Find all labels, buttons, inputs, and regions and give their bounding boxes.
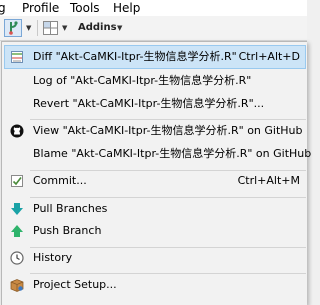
menu-bar: g Profile Tools Help <box>0 0 307 16</box>
git-branch-icon <box>9 21 18 35</box>
menu-profile[interactable]: Profile <box>22 0 59 16</box>
menu-item-label: Commit... <box>33 174 87 187</box>
menu-item-label: History <box>33 251 73 264</box>
menu-item-label: Blame "Akt-CaMKI-Itpr-生物信息学分析.R" on GitH… <box>33 147 312 160</box>
push-arrow-icon <box>11 225 23 237</box>
menu-item-label: Pull Branches <box>33 202 108 215</box>
history-clock-icon <box>10 251 24 265</box>
commit-icon <box>11 175 23 187</box>
menu-item-shortcut: Ctrl+Alt+D <box>238 50 300 63</box>
menu-item-shortcut: Ctrl+Alt+M <box>237 174 300 187</box>
menu-item-label: Push Branch <box>33 224 102 237</box>
menu-item-history[interactable]: History <box>4 246 306 270</box>
menu-item-view-on-github[interactable]: View "Akt-CaMKI-Itpr-生物信息学分析.R" on GitHu… <box>4 119 306 143</box>
menu-item-revert[interactable]: Revert "Akt-CaMKI-Itpr-生物信息学分析.R"... <box>4 92 306 116</box>
addins-dropdown-caret[interactable]: ▼ <box>117 24 122 32</box>
menu-item-pull-branches[interactable]: Pull Branches <box>4 197 306 221</box>
menu-item-push-branch[interactable]: Push Branch <box>4 219 306 243</box>
menu-item-log[interactable]: Log of "Akt-CaMKI-Itpr-生物信息学分析.R" <box>4 69 306 93</box>
menu-item-label: Project Setup... <box>33 278 117 291</box>
menu-item-blame-on-github[interactable]: Blame "Akt-CaMKI-Itpr-生物信息学分析.R" on GitH… <box>4 142 311 166</box>
menu-item-label: Log of "Akt-CaMKI-Itpr-生物信息学分析.R" <box>33 74 252 87</box>
panes-dropdown-caret[interactable]: ▼ <box>62 24 67 32</box>
menu-item-label: Revert "Akt-CaMKI-Itpr-生物信息学分析.R"... <box>33 97 265 110</box>
toolbar-separator <box>37 20 38 36</box>
workspace-panes-icon[interactable] <box>43 21 58 35</box>
git-toolbar-button[interactable] <box>4 19 22 37</box>
menu-help[interactable]: Help <box>113 0 140 16</box>
diff-icon <box>11 51 23 63</box>
menu-item-label: View "Akt-CaMKI-Itpr-生物信息学分析.R" on GitHu… <box>33 124 303 137</box>
addins-button[interactable]: Addins <box>78 21 117 35</box>
toolbar: ▼ ▼ Addins ▼ <box>0 16 307 41</box>
git-dropdown-menu: Diff "Akt-CaMKI-Itpr-生物信息学分析.R" Ctrl+Alt… <box>1 41 311 305</box>
git-dropdown-caret[interactable]: ▼ <box>26 24 31 32</box>
menu-item-diff[interactable]: Diff "Akt-CaMKI-Itpr-生物信息学分析.R" Ctrl+Alt… <box>4 45 306 69</box>
github-icon <box>10 124 24 138</box>
pull-arrow-icon <box>11 203 23 215</box>
menu-item-label: Diff "Akt-CaMKI-Itpr-生物信息学分析.R" <box>33 50 237 63</box>
project-box-icon <box>10 279 24 292</box>
menu-git-partial[interactable]: g <box>0 0 6 16</box>
menu-tools[interactable]: Tools <box>70 0 100 16</box>
menu-item-project-setup[interactable]: Project Setup... <box>4 273 306 297</box>
menu-item-commit[interactable]: Commit... Ctrl+Alt+M <box>4 169 306 193</box>
